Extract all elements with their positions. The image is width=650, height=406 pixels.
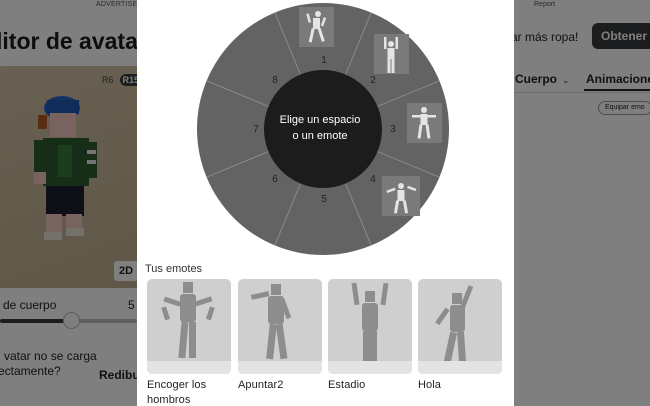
- point-figure-icon: [250, 284, 292, 360]
- slot-number-4: 4: [370, 174, 376, 185]
- emote-name: Encoger los hombros: [147, 379, 207, 406]
- emote-wheel-center: [264, 70, 382, 188]
- slot-number-2: 2: [370, 75, 376, 86]
- thumbnail-shade: [328, 361, 412, 374]
- slot-number-8: 8: [272, 75, 278, 86]
- wave-figure-icon: [435, 285, 474, 363]
- wheel-slot-3[interactable]: [407, 103, 442, 143]
- emote-card-shrug[interactable]: Encoger los hombros: [147, 279, 231, 406]
- wheel-prompt-line2: o un emote: [292, 130, 348, 142]
- stadium-figure-icon: [351, 282, 389, 364]
- wheel-prompt-line1: Elige un espacio: [279, 114, 361, 126]
- thumbnail-shade: [418, 361, 502, 374]
- emote-thumbnail[interactable]: [418, 279, 502, 374]
- emote-name: Apuntar2: [238, 379, 284, 391]
- emote-thumbnail[interactable]: [147, 279, 231, 374]
- slot-number-5: 5: [321, 194, 327, 205]
- wheel-slot-1[interactable]: [299, 7, 334, 47]
- your-emotes-title: Tus emotes: [145, 263, 203, 275]
- slot-number-1: 1: [321, 55, 327, 66]
- thumbnail-shade: [147, 361, 231, 374]
- emote-card-stadium[interactable]: Estadio: [328, 279, 412, 393]
- slot-number-3: 3: [390, 124, 396, 135]
- emote-card-point[interactable]: Apuntar2: [238, 279, 322, 393]
- thumbnail-shade: [238, 361, 322, 374]
- emote-thumbnail[interactable]: [328, 279, 412, 374]
- shrug-figure-icon: [161, 282, 215, 359]
- emote-picker-modal: 1 2 3 4 5 6 7 8 Elige un espacio o un em…: [137, 0, 514, 406]
- slot-number-6: 6: [272, 174, 278, 185]
- emote-name: Hola: [418, 379, 442, 391]
- emote-name: Estadio: [328, 379, 366, 391]
- slot-number-7: 7: [253, 124, 259, 135]
- emote-card-wave[interactable]: Hola: [418, 279, 502, 393]
- wheel-slot-2[interactable]: [374, 34, 409, 74]
- emote-thumbnail[interactable]: [238, 279, 322, 374]
- wheel-slot-4[interactable]: [382, 176, 420, 216]
